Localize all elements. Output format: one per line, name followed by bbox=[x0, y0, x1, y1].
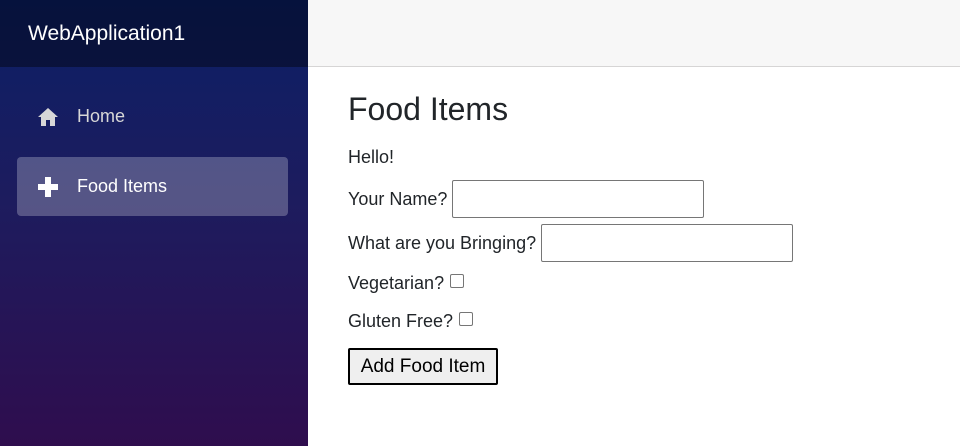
vegetarian-checkbox[interactable] bbox=[450, 274, 465, 288]
add-food-item-button[interactable]: Add Food Item bbox=[348, 348, 498, 385]
page-title: Food Items bbox=[348, 91, 509, 127]
vegetarian-label: Vegetarian? bbox=[348, 272, 445, 293]
name-label: Your Name? bbox=[348, 188, 448, 209]
greeting-text: Hello! bbox=[348, 147, 395, 167]
vegetarian-row: Vegetarian? bbox=[348, 266, 938, 300]
brand-bar: WebApplication1 bbox=[0, 0, 308, 67]
bringing-row: What are you Bringing? bbox=[348, 224, 938, 262]
main-content: Food Items Hello! Your Name? What are yo… bbox=[348, 90, 938, 385]
plus-icon bbox=[37, 176, 59, 198]
bringing-input[interactable] bbox=[541, 224, 794, 262]
brand-link[interactable]: WebApplication1 bbox=[28, 22, 185, 46]
top-row bbox=[308, 0, 960, 67]
sidebar-item-home[interactable]: Home bbox=[17, 87, 288, 146]
sidebar-item-label: Food Items bbox=[77, 176, 168, 196]
gluten-free-row: Gluten Free? bbox=[348, 304, 938, 338]
name-input[interactable] bbox=[452, 180, 705, 218]
gluten-free-checkbox[interactable] bbox=[459, 312, 474, 326]
bringing-label: What are you Bringing? bbox=[348, 232, 537, 253]
gluten-free-label: Gluten Free? bbox=[348, 310, 454, 331]
name-row: Your Name? bbox=[348, 180, 938, 218]
nav-menu: Home Food Items bbox=[0, 67, 308, 216]
home-icon bbox=[37, 106, 59, 128]
sidebar-item-food-items[interactable]: Food Items bbox=[17, 157, 288, 216]
sidebar: WebApplication1 Home Food Items bbox=[0, 0, 308, 446]
sidebar-item-label: Home bbox=[77, 106, 126, 126]
